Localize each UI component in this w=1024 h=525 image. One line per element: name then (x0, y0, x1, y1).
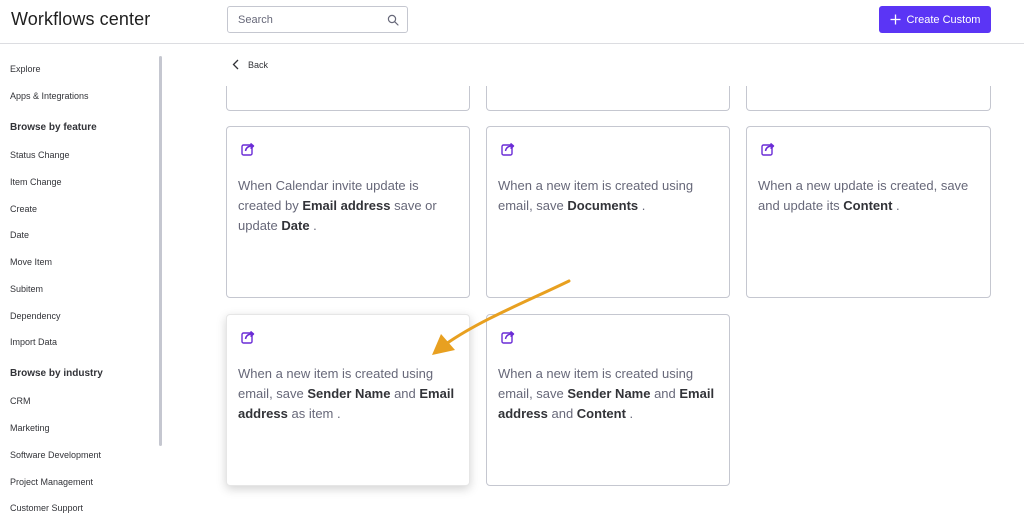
sidebar: Explore Apps & Integrations Browse by fe… (0, 45, 160, 525)
create-custom-label: Create Custom (906, 13, 981, 26)
workflow-text-segment: . (309, 218, 317, 233)
share-arrow-icon (501, 142, 515, 156)
workflow-card[interactable]: When a new update is created, save and u… (746, 126, 991, 298)
sidebar-item-marketing[interactable]: Marketing (10, 423, 50, 433)
share-arrow-icon (241, 142, 255, 156)
sidebar-item-item-change[interactable]: Item Change (10, 177, 62, 187)
sidebar-heading-industry: Browse by industry (10, 368, 103, 379)
search-input[interactable] (228, 7, 378, 32)
sidebar-item-explore[interactable]: Explore (10, 64, 41, 74)
workflow-card-text: When a new item is created using email, … (498, 364, 720, 424)
sidebar-item-date[interactable]: Date (10, 230, 29, 240)
workflow-text-segment: and (650, 386, 680, 401)
workflow-card-text: When Calendar invite update is created b… (238, 176, 460, 236)
sidebar-item-dependency[interactable]: Dependency (10, 311, 61, 321)
top-header: Workflows center Create Custom (0, 0, 1024, 44)
workflow-card-highlighted[interactable]: When a new item is created using email, … (226, 314, 470, 486)
plus-icon (890, 14, 900, 25)
back-label: Back (248, 59, 269, 70)
workflow-card[interactable]: When Calendar invite update is created b… (226, 126, 470, 298)
sidebar-item-move-item[interactable]: Move Item (10, 257, 52, 267)
workflow-card-partial[interactable] (226, 86, 470, 111)
back-link[interactable]: Back (232, 59, 268, 70)
workflow-field-name: Documents (567, 198, 639, 213)
share-arrow-icon (761, 142, 775, 156)
chevron-left-icon (232, 59, 239, 70)
workflow-text-segment: as item . (287, 406, 341, 421)
sidebar-item-create[interactable]: Create (10, 204, 37, 214)
create-custom-button[interactable]: Create Custom (879, 6, 991, 33)
workflow-field-name: Sender Name (567, 386, 651, 401)
search-box[interactable] (227, 6, 408, 33)
workflow-card-partial[interactable] (486, 86, 730, 111)
share-arrow-icon (501, 330, 515, 344)
workflow-text-segment: . (892, 198, 900, 213)
workflow-text-segment: . (625, 406, 634, 421)
sidebar-scrollbar[interactable] (159, 56, 162, 446)
search-icon[interactable] (387, 14, 399, 26)
workflow-card[interactable]: When a new item is created using email, … (486, 126, 730, 298)
workflow-card[interactable]: When a new item is created using email, … (486, 314, 730, 486)
workflow-field-name: Content (843, 198, 893, 213)
sidebar-item-subitem[interactable]: Subitem (10, 284, 43, 294)
workflow-field-name: Content (576, 406, 626, 421)
sidebar-item-status-change[interactable]: Status Change (10, 150, 70, 160)
workflow-field-name: Email address (302, 198, 391, 213)
sidebar-heading-feature: Browse by feature (10, 122, 97, 133)
workflow-card-text: When a new item is created using email, … (498, 176, 720, 216)
workflow-field-name: Date (281, 218, 310, 233)
workflow-field-name: Sender Name (307, 386, 391, 401)
sidebar-item-apps-integrations[interactable]: Apps & Integrations (10, 91, 89, 101)
sidebar-item-software-development[interactable]: Software Development (10, 450, 101, 460)
sidebar-item-project-management[interactable]: Project Management (10, 477, 93, 487)
sidebar-item-customer-support[interactable]: Customer Support (10, 503, 83, 513)
workflow-text-segment: and (547, 406, 577, 421)
workflow-card-text: When a new update is created, save and u… (758, 176, 980, 216)
workflow-text-segment: and (390, 386, 420, 401)
app-title: Workflows center (11, 9, 151, 29)
sidebar-item-import-data[interactable]: Import Data (10, 337, 57, 347)
share-arrow-icon (241, 330, 255, 344)
workflow-card-text: When a new item is created using email, … (238, 364, 460, 424)
workflow-text-segment: . (638, 198, 646, 213)
workflow-card-partial[interactable] (746, 86, 991, 111)
sidebar-item-crm[interactable]: CRM (10, 396, 31, 406)
